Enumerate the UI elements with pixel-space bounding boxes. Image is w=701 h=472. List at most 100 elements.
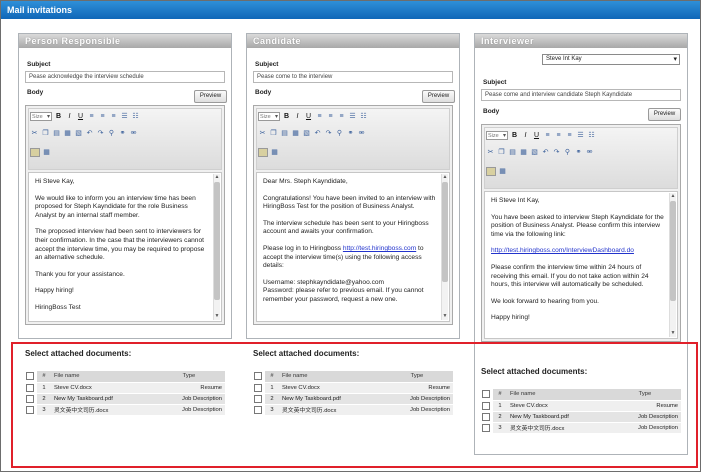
subject-input[interactable]: Pease come and interview candidate Steph… (481, 89, 681, 101)
copy-icon[interactable]: ❐ (269, 129, 278, 138)
paste-word-icon[interactable]: ▧ (530, 148, 539, 157)
row-checkbox[interactable] (254, 383, 262, 392)
table-row[interactable]: 3 灵文英中文司历.docx Job Description (23, 404, 225, 416)
select-all-checkbox[interactable] (254, 372, 262, 381)
image-icon[interactable] (258, 148, 268, 157)
image-icon[interactable] (486, 167, 496, 176)
font-size-select[interactable]: Size (258, 112, 280, 121)
bullet-list-icon[interactable]: ☰ (348, 112, 357, 121)
link-icon[interactable]: ⚭ (346, 129, 355, 138)
paste-icon[interactable]: ▤ (508, 148, 517, 157)
redo-icon[interactable]: ↷ (552, 148, 561, 157)
body-content[interactable]: Hi Steve Int Kay, You have been asked to… (484, 191, 678, 339)
paste-text-icon[interactable]: ▦ (291, 129, 300, 138)
row-checkbox[interactable] (482, 401, 490, 410)
body-scrollbar[interactable]: ▲ ▼ (669, 193, 676, 337)
table-row[interactable]: 1 Steve CV.docx Resume (479, 400, 681, 412)
body-scrollbar[interactable]: ▲ ▼ (441, 174, 448, 320)
paste-text-icon[interactable]: ▦ (63, 129, 72, 138)
undo-icon[interactable]: ↶ (313, 129, 322, 138)
subject-input[interactable]: Pease come to the interview (253, 71, 453, 83)
link-icon[interactable]: ⚭ (574, 148, 583, 157)
font-size-select[interactable]: Size (486, 131, 508, 140)
table-row[interactable]: 2 New My Taskboard.pdf Job Description (23, 393, 225, 405)
underline-icon[interactable]: U (532, 131, 541, 140)
copy-icon[interactable]: ❐ (497, 148, 506, 157)
find-icon[interactable]: ⚲ (335, 129, 344, 138)
table-icon[interactable]: ▦ (42, 148, 51, 157)
find-icon[interactable]: ⚲ (563, 148, 572, 157)
redo-icon[interactable]: ↷ (96, 129, 105, 138)
paste-icon[interactable]: ▤ (280, 129, 289, 138)
preview-button[interactable]: Preview (422, 90, 455, 103)
underline-icon[interactable]: U (76, 112, 85, 121)
redo-icon[interactable]: ↷ (324, 129, 333, 138)
align-left-icon[interactable]: ≡ (315, 112, 324, 121)
preview-button[interactable]: Preview (194, 90, 227, 103)
table-row[interactable]: 2 New My Taskboard.pdf Job Description (479, 411, 681, 423)
italic-icon[interactable]: I (293, 112, 302, 121)
align-left-icon[interactable]: ≡ (543, 131, 552, 140)
align-center-icon[interactable]: ≡ (326, 112, 335, 121)
body-scrollbar[interactable]: ▲ ▼ (213, 174, 220, 320)
numbered-list-icon[interactable]: ☷ (359, 112, 368, 121)
italic-icon[interactable]: I (521, 131, 530, 140)
interview-dashboard-link[interactable]: http://test.hiringboss.com/InterviewDash… (491, 247, 634, 254)
preview-button[interactable]: Preview (648, 108, 681, 121)
table-row[interactable]: 1 Steve CV.docx Resume (251, 382, 453, 394)
align-center-icon[interactable]: ≡ (98, 112, 107, 121)
unlink-icon[interactable]: ⚮ (357, 129, 366, 138)
table-row[interactable]: 3 灵文英中文司历.docx Job Description (479, 422, 681, 434)
interviewer-select[interactable]: Steve Int Kay (542, 54, 680, 65)
bold-icon[interactable]: B (510, 131, 519, 140)
row-checkbox[interactable] (254, 394, 262, 403)
table-row[interactable]: 2 New My Taskboard.pdf Job Description (251, 393, 453, 405)
bold-icon[interactable]: B (282, 112, 291, 121)
copy-icon[interactable]: ❐ (41, 129, 50, 138)
unlink-icon[interactable]: ⚮ (129, 129, 138, 138)
subject-input[interactable]: Pease acknowledge the interview schedule (25, 71, 225, 83)
bullet-list-icon[interactable]: ☰ (120, 112, 129, 121)
italic-icon[interactable]: I (65, 112, 74, 121)
find-icon[interactable]: ⚲ (107, 129, 116, 138)
bullet-list-icon[interactable]: ☰ (576, 131, 585, 140)
cut-icon[interactable]: ✂ (30, 129, 39, 138)
select-all-checkbox[interactable] (26, 372, 34, 381)
align-right-icon[interactable]: ≡ (337, 112, 346, 121)
table-row[interactable]: 3 灵文英中文司历.docx Job Description (251, 404, 453, 416)
numbered-list-icon[interactable]: ☷ (131, 112, 140, 121)
align-right-icon[interactable]: ≡ (109, 112, 118, 121)
select-all-checkbox[interactable] (482, 390, 490, 399)
underline-icon[interactable]: U (304, 112, 313, 121)
row-checkbox[interactable] (26, 383, 34, 392)
undo-icon[interactable]: ↶ (541, 148, 550, 157)
paste-icon[interactable]: ▤ (52, 129, 61, 138)
cut-icon[interactable]: ✂ (486, 148, 495, 157)
row-checkbox[interactable] (482, 412, 490, 421)
row-checkbox[interactable] (482, 423, 490, 432)
body-content[interactable]: Dear Mrs. Steph Kayndidate, Congratulati… (256, 172, 450, 322)
align-center-icon[interactable]: ≡ (554, 131, 563, 140)
row-checkbox[interactable] (254, 405, 262, 414)
table-icon[interactable]: ▦ (270, 148, 279, 157)
paste-word-icon[interactable]: ▧ (302, 129, 311, 138)
body-content[interactable]: Hi Steve Kay, We would like to inform yo… (28, 172, 222, 322)
numbered-list-icon[interactable]: ☷ (587, 131, 596, 140)
link-icon[interactable]: ⚭ (118, 129, 127, 138)
align-left-icon[interactable]: ≡ (87, 112, 96, 121)
image-icon[interactable] (30, 148, 40, 157)
undo-icon[interactable]: ↶ (85, 129, 94, 138)
row-checkbox[interactable] (26, 405, 34, 414)
table-icon[interactable]: ▦ (498, 167, 507, 176)
font-size-select[interactable]: Size (30, 112, 52, 121)
table-row[interactable]: 1 Steve CV.docx Resume (23, 382, 225, 394)
paste-word-icon[interactable]: ▧ (74, 129, 83, 138)
bold-icon[interactable]: B (54, 112, 63, 121)
cut-icon[interactable]: ✂ (258, 129, 267, 138)
align-right-icon[interactable]: ≡ (565, 131, 574, 140)
attached-docs-table: # File name Type 1 Steve CV.docx Resume 2 New… (251, 371, 453, 416)
row-checkbox[interactable] (26, 394, 34, 403)
hiringboss-link[interactable]: http://test.hiringboss.com (343, 245, 416, 252)
unlink-icon[interactable]: ⚮ (585, 148, 594, 157)
paste-text-icon[interactable]: ▦ (519, 148, 528, 157)
